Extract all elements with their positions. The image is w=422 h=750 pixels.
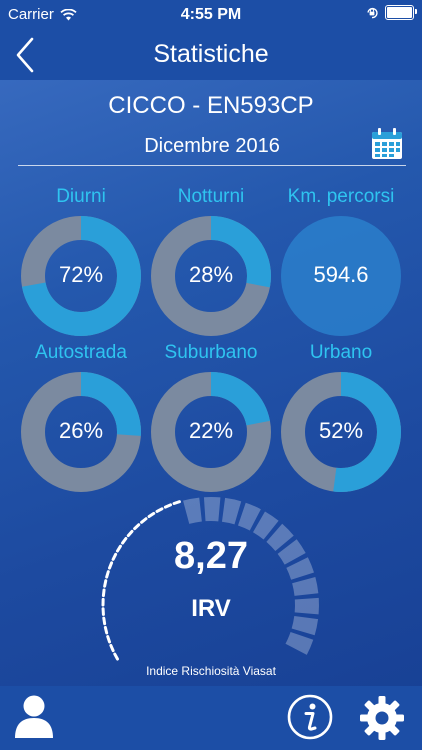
stat-daytime: Diurni 72% bbox=[13, 186, 149, 338]
irv-label: IRV bbox=[191, 595, 231, 622]
gauge-tick bbox=[106, 635, 112, 644]
page-title: Statistiche bbox=[153, 40, 269, 68]
tab-bar bbox=[0, 686, 422, 750]
stat-value: 28% bbox=[188, 262, 234, 287]
gear-icon bbox=[360, 696, 404, 740]
donut-chart: 28% bbox=[149, 214, 273, 338]
donut-chart: 22% bbox=[149, 370, 273, 494]
stat-label: Km. percorsi bbox=[287, 186, 395, 207]
stat-label: Notturni bbox=[177, 186, 245, 207]
stat-value: 26% bbox=[58, 418, 104, 443]
vehicle-title: CICCO - EN593CP bbox=[108, 92, 314, 119]
user-icon bbox=[15, 695, 53, 738]
donut-chart: 72% bbox=[19, 214, 143, 338]
orientation-lock-icon bbox=[367, 7, 378, 18]
stat-highway: Autostrada 26% bbox=[13, 342, 149, 494]
status-time: 4:55 PM bbox=[180, 6, 242, 23]
stat-label: Urbano bbox=[309, 342, 373, 363]
gauge-segment bbox=[203, 497, 221, 522]
settings-button[interactable] bbox=[359, 695, 405, 746]
info-icon bbox=[287, 694, 333, 740]
irv-gauge: 8,27 IRV Indice Rischiosità Viasat bbox=[85, 495, 337, 685]
stat-km-travelled: Km. percorsi 594.6 bbox=[273, 186, 409, 338]
donut-chart: 52% bbox=[279, 370, 403, 494]
gauge-segment bbox=[183, 497, 202, 524]
battery-group bbox=[365, 5, 417, 20]
stat-value: 594.6 bbox=[313, 262, 369, 287]
gauge-tick bbox=[109, 643, 115, 653]
gauge-tick bbox=[103, 579, 108, 588]
gauge-segment bbox=[285, 632, 314, 655]
stat-value: 22% bbox=[188, 418, 234, 443]
period-row: Dicembre 2016 bbox=[18, 128, 406, 166]
nav-bar: Statistiche bbox=[0, 30, 422, 80]
gauge-tick bbox=[147, 511, 156, 519]
calendar-icon bbox=[372, 128, 402, 159]
stat-label: Diurni bbox=[56, 186, 106, 207]
gauge-tick bbox=[133, 523, 141, 531]
stat-suburban: Suburbano 22% bbox=[143, 342, 279, 494]
gauge-tick bbox=[140, 517, 148, 524]
stat-label: Autostrada bbox=[35, 342, 127, 363]
km-circle: 594.6 bbox=[279, 214, 403, 338]
profile-button[interactable] bbox=[14, 694, 54, 743]
irv-score: 8,27 bbox=[174, 535, 248, 577]
gauge-tick bbox=[113, 652, 119, 661]
gauge-tick bbox=[163, 503, 173, 509]
status-bar: Carrier 4:55 PM bbox=[0, 0, 422, 30]
calendar-button[interactable] bbox=[370, 127, 404, 161]
stat-value: 52% bbox=[318, 418, 364, 443]
stat-nighttime: Notturni 28% bbox=[143, 186, 279, 338]
donut-chart: 26% bbox=[19, 370, 143, 494]
stat-value: 72% bbox=[58, 262, 104, 287]
month-label: Dicembre 2016 bbox=[144, 135, 280, 157]
gauge-tick bbox=[103, 625, 109, 635]
gauge-tick bbox=[172, 500, 181, 506]
gauge-segment bbox=[292, 577, 319, 596]
battery-icon bbox=[385, 5, 417, 20]
gauge-tick bbox=[155, 507, 164, 513]
stat-label: Suburbano bbox=[164, 342, 258, 363]
irv-caption: Indice Rischiosità Viasat bbox=[146, 664, 276, 678]
info-button[interactable] bbox=[287, 694, 333, 745]
gauge-segment bbox=[221, 497, 242, 525]
stat-urban: Urbano 52% bbox=[273, 342, 409, 494]
